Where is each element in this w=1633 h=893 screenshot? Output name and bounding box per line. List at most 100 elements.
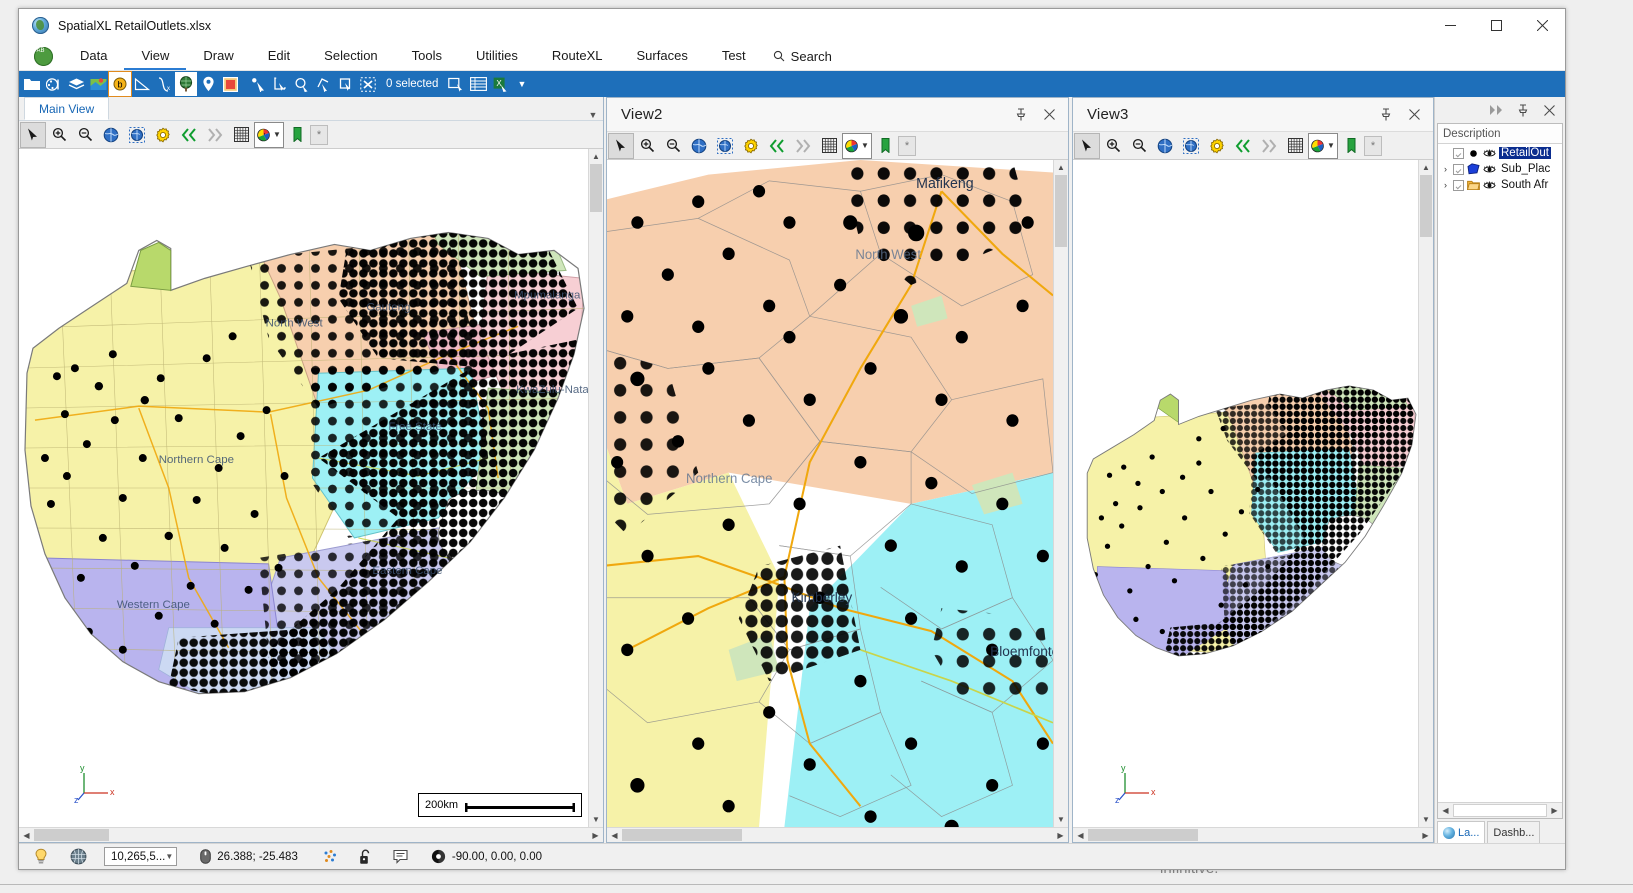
maximize-button[interactable] (1473, 9, 1519, 42)
chevron-down-icon[interactable]: ▼ (583, 110, 603, 120)
pin-icon[interactable] (1373, 102, 1399, 128)
layer-visibility-checkbox[interactable] (1453, 179, 1464, 191)
close-icon[interactable] (1036, 102, 1062, 128)
grid-icon[interactable] (816, 133, 842, 159)
zoom-selection-icon[interactable] (712, 133, 738, 159)
thematic-palette-icon[interactable]: ▼ (254, 121, 284, 148)
eye-icon[interactable] (1483, 147, 1496, 160)
chevron-down-icon[interactable]: ▼ (165, 852, 173, 861)
menu-item-draw[interactable]: Draw (186, 42, 250, 70)
app-logo-icon[interactable] (23, 42, 63, 70)
zoom-in-icon[interactable] (634, 133, 660, 159)
vscroll-track[interactable] (1054, 175, 1068, 812)
menu-item-routexl[interactable]: RouteXL (535, 42, 620, 70)
measure-angle-icon[interactable] (131, 72, 153, 96)
main-view-vscrollbar[interactable]: ▲ ▼ (588, 149, 603, 827)
pin-icon[interactable] (1511, 99, 1535, 121)
palette-icon[interactable] (43, 72, 65, 96)
scroll-up-button[interactable]: ▲ (589, 149, 603, 164)
zoom-extent-icon[interactable] (1152, 133, 1178, 159)
hscroll-track[interactable] (622, 828, 1053, 842)
layer-row-south-africa[interactable]: › South Afr (1438, 177, 1562, 193)
thematic-palette-icon[interactable]: ▼ (842, 132, 872, 159)
select-poly-icon[interactable] (313, 72, 335, 96)
select-circle-icon[interactable] (291, 72, 313, 96)
layer-row-sub-places[interactable]: › Sub_Plac (1438, 161, 1562, 177)
vscroll-thumb[interactable] (1420, 175, 1432, 237)
next-view-icon[interactable] (202, 122, 228, 148)
settings-gear-icon[interactable] (1204, 133, 1230, 159)
thematic-palette-icon[interactable]: ▼ (1308, 132, 1338, 159)
select-point-icon[interactable] (247, 72, 269, 96)
scroll-left-button[interactable]: ◀ (1438, 803, 1453, 818)
previous-view-icon[interactable] (1230, 133, 1256, 159)
status-bulb[interactable] (19, 844, 56, 870)
menu-item-tools[interactable]: Tools (395, 42, 459, 70)
table-icon[interactable] (467, 72, 489, 96)
hscroll-track[interactable] (1453, 803, 1547, 818)
next-view-icon[interactable] (790, 133, 816, 159)
main-view-canvas[interactable]: North West Gauteng Mpumalanga KwaZulu-Na… (19, 149, 588, 827)
tab-main-view[interactable]: Main View (24, 97, 110, 120)
scroll-up-button[interactable]: ▲ (1054, 160, 1068, 175)
tree-expander[interactable]: › (1441, 164, 1450, 174)
hscroll-thumb[interactable] (1088, 829, 1198, 841)
scroll-up-button[interactable]: ▲ (1419, 160, 1433, 175)
layers-icon[interactable] (65, 72, 87, 96)
select-rect-icon[interactable] (269, 72, 291, 96)
tree-expander[interactable]: › (1441, 180, 1450, 190)
zoom-selection-icon[interactable] (1178, 133, 1204, 159)
globe-tree-icon[interactable] (175, 72, 197, 96)
selection-copy-icon[interactable] (445, 72, 467, 96)
layers-tree[interactable]: › RetailOut › (1438, 144, 1562, 802)
pointer-tool-icon[interactable] (1074, 132, 1100, 159)
vscroll-thumb[interactable] (590, 164, 602, 212)
close-icon[interactable] (1537, 99, 1561, 121)
menu-item-selection[interactable]: Selection (307, 42, 394, 70)
tab-layers[interactable]: La... (1437, 821, 1486, 843)
curve-tool-icon[interactable]: x (153, 72, 175, 96)
clear-selection-icon[interactable] (357, 72, 379, 96)
excel-export-icon[interactable]: X (489, 72, 511, 96)
scroll-left-button[interactable]: ◀ (19, 828, 34, 842)
zoom-extent-icon[interactable] (686, 133, 712, 159)
zoom-in-icon[interactable] (46, 122, 72, 148)
map-marker-icon[interactable] (87, 72, 109, 96)
close-icon[interactable] (1401, 102, 1427, 128)
status-note[interactable] (379, 844, 415, 870)
pin-icon[interactable] (1008, 102, 1034, 128)
status-points[interactable] (305, 844, 345, 870)
search-box[interactable]: Search (763, 42, 846, 70)
zoom-selection-icon[interactable] (124, 122, 150, 148)
bookmark-icon[interactable] (872, 133, 898, 159)
double-chevron-right-icon[interactable] (1485, 99, 1509, 121)
more-star-icon[interactable]: * (310, 124, 328, 145)
bookmark-icon[interactable] (1338, 133, 1364, 159)
bullseye-icon[interactable]: b (108, 71, 132, 97)
status-lock[interactable] (345, 844, 379, 870)
zoom-in-icon[interactable] (1100, 133, 1126, 159)
open-folder-icon[interactable] (21, 72, 43, 96)
close-button[interactable] (1519, 9, 1565, 42)
minimize-button[interactable] (1427, 9, 1473, 42)
scroll-right-button[interactable]: ▶ (588, 828, 603, 842)
menu-item-view[interactable]: View (124, 42, 187, 70)
scroll-down-button[interactable]: ▼ (1054, 812, 1068, 827)
layers-hscrollbar[interactable]: ◀ ▶ (1438, 802, 1562, 818)
select-box-icon[interactable] (335, 72, 357, 96)
eye-icon[interactable] (1483, 179, 1496, 192)
menu-item-utilities[interactable]: Utilities (459, 42, 535, 70)
tab-dashboard[interactable]: Dashb... (1487, 821, 1541, 843)
grid-icon[interactable] (1282, 133, 1308, 159)
view3-vscrollbar[interactable]: ▲ ▼ (1418, 160, 1433, 827)
eye-icon[interactable] (1483, 163, 1496, 176)
zoom-out-icon[interactable] (660, 133, 686, 159)
previous-view-icon[interactable] (176, 122, 202, 148)
bookmark-icon[interactable] (284, 122, 310, 148)
more-star-icon[interactable]: * (898, 135, 916, 156)
view2-canvas[interactable]: Mafikeng North West Northern Cape Kimber… (607, 160, 1053, 827)
scroll-right-button[interactable]: ▶ (1418, 828, 1433, 842)
scroll-down-button[interactable]: ▼ (589, 812, 603, 827)
zoom-extent-icon[interactable] (98, 122, 124, 148)
view3-canvas[interactable]: y x z (1073, 160, 1418, 827)
